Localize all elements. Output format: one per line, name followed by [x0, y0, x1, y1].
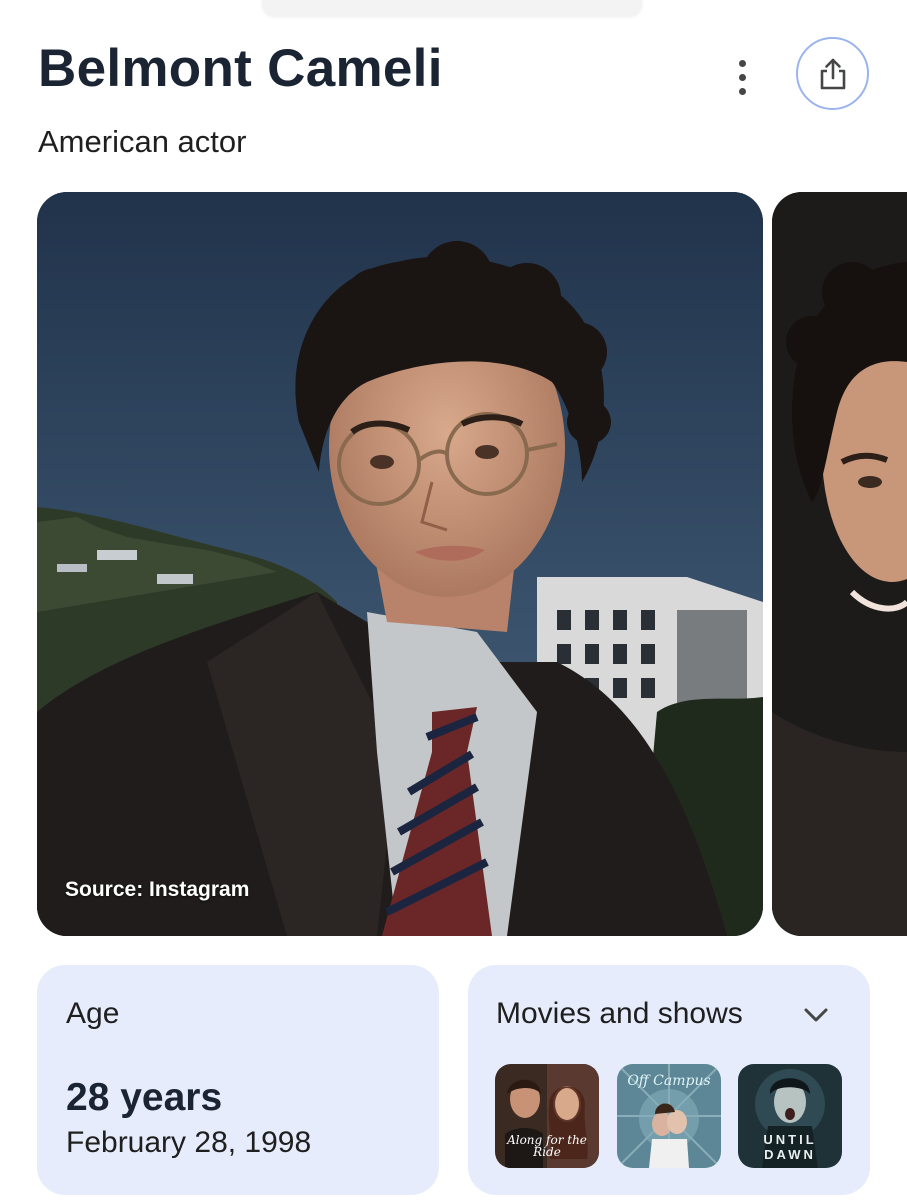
age-label: Age [66, 997, 120, 1030]
entity-subtitle: American actor [38, 124, 247, 159]
more-vertical-icon [738, 59, 746, 67]
movie-title: Off Campus [627, 1073, 711, 1089]
movie-title: Along for the Ride [507, 1133, 587, 1159]
portrait-image [37, 192, 763, 936]
share-button[interactable] [796, 37, 869, 110]
chevron-down-icon[interactable] [801, 1003, 831, 1027]
entity-title: Belmont Cameli [38, 39, 443, 98]
movies-card[interactable]: Movies and shows Along for the Ride Off … [468, 965, 870, 1195]
movie-title: Until Dawn [763, 1132, 817, 1162]
share-icon [820, 58, 845, 89]
more-vertical-icon-dot [738, 87, 746, 95]
secondary-portrait-image [772, 192, 907, 936]
birth-date: February 28, 1998 [66, 1126, 312, 1159]
age-value: 28 years [66, 1076, 223, 1119]
movie-thumbnail[interactable]: Until Dawn [738, 1064, 842, 1168]
more-vertical-icon-dot [738, 73, 746, 81]
movies-label: Movies and shows [496, 997, 743, 1030]
main-photo[interactable]: Source: Instagram [37, 192, 763, 936]
top-handle [262, 0, 642, 16]
photo-source-caption: Source: Instagram [65, 878, 250, 901]
movie-thumbnail[interactable]: Off Campus [617, 1064, 721, 1168]
age-card[interactable]: Age 28 years February 28, 1998 [37, 965, 439, 1195]
more-options-button[interactable] [722, 52, 762, 102]
movie-thumbnail[interactable]: Along for the Ride [495, 1064, 599, 1168]
secondary-photo[interactable] [772, 192, 907, 936]
